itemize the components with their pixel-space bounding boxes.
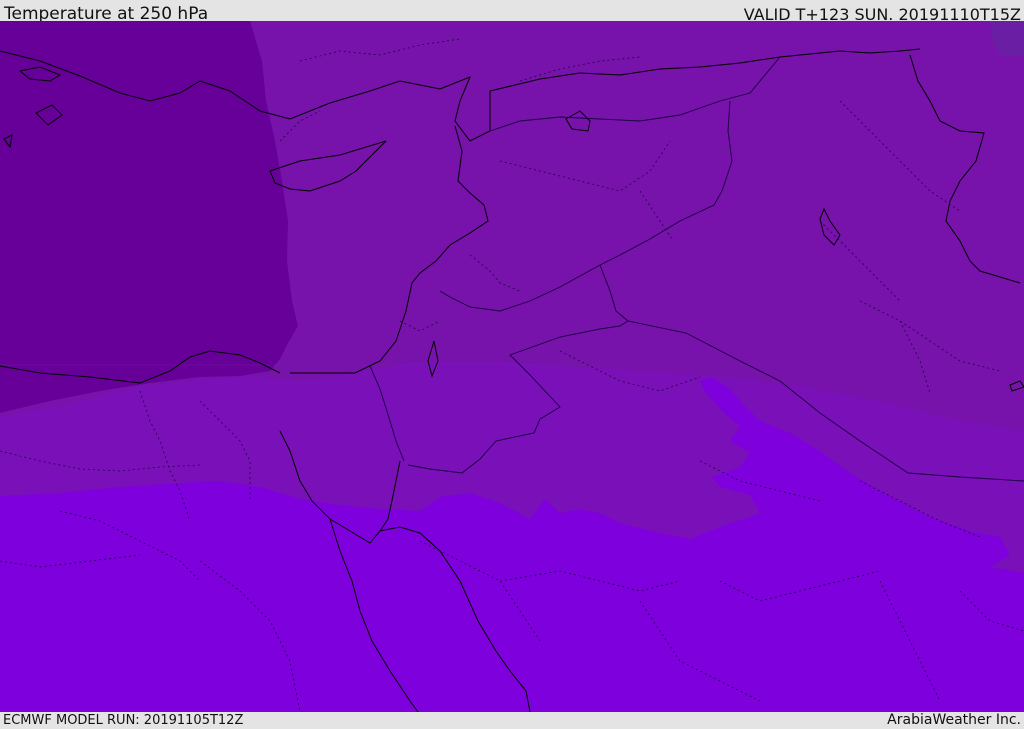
- weather-map[interactable]: [0, 21, 1024, 712]
- footer-bar: ECMWF MODEL RUN: 20191105T12Z ArabiaWeat…: [0, 712, 1024, 729]
- temperature-band-coldest: [0, 21, 298, 413]
- header-bar: Temperature at 250 hPa VALID T+123 SUN. …: [0, 0, 1024, 24]
- model-run-label: ECMWF MODEL RUN: 20191105T12Z: [3, 713, 244, 728]
- credit-label: ArabiaWeather Inc.: [887, 712, 1021, 728]
- map-canvas: [0, 21, 1024, 712]
